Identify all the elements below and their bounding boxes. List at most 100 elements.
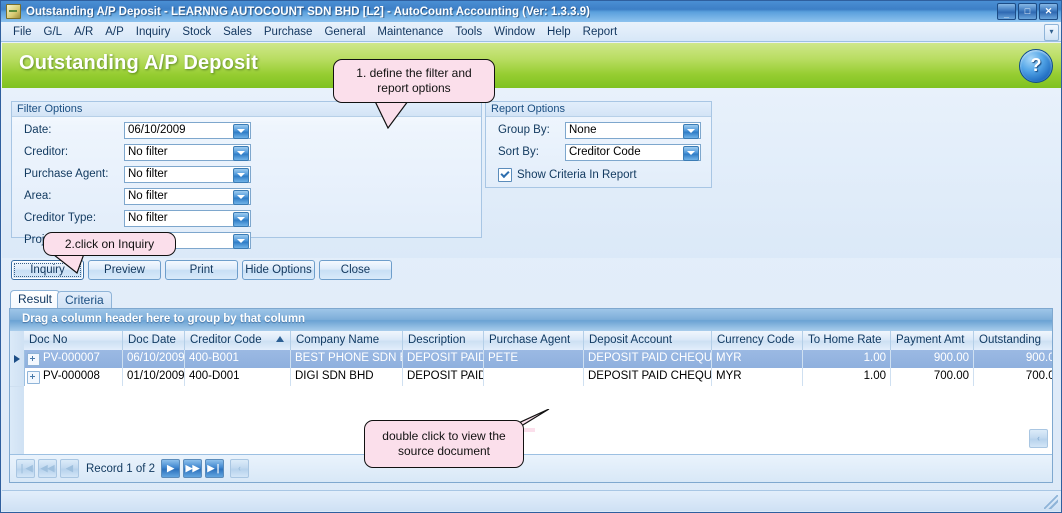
grid-scroll-right-button[interactable]: ‹ (1029, 429, 1048, 448)
chevron-down-icon[interactable] (683, 146, 699, 161)
creditor-type-value: No filter (128, 212, 168, 224)
creditor-type-input[interactable]: No filter (124, 210, 251, 227)
chevron-down-icon[interactable] (233, 168, 249, 183)
column-header-to-home-rate[interactable]: To Home Rate (803, 331, 891, 350)
row-indicator-cell (10, 350, 25, 368)
purchase-agent-input[interactable]: No filter (124, 166, 251, 183)
creditor-input[interactable]: No filter (124, 144, 251, 161)
close-options-button[interactable]: Close (319, 260, 392, 280)
show-criteria-checkbox[interactable] (498, 168, 512, 182)
field-creditor: Creditor: No filter (24, 144, 264, 162)
last-icon: ▶❘ (207, 463, 222, 473)
tab-criteria[interactable]: Criteria (57, 291, 112, 309)
table-row[interactable]: PV-000008 01/10/2009 400-D001 DIGI SDN B… (10, 368, 1052, 387)
group-by-select[interactable]: None (565, 122, 701, 139)
chevron-down-icon[interactable] (233, 124, 249, 139)
table-row[interactable]: PV-000007 06/10/2009 400-B001 BEST PHONE… (10, 350, 1052, 369)
chevron-down-icon[interactable] (233, 146, 249, 161)
expand-row-icon[interactable] (27, 371, 40, 384)
cell-deposit-account: DEPOSIT PAID CHEQUE (584, 368, 712, 386)
chevron-down-icon[interactable] (233, 212, 249, 227)
minimize-button[interactable]: _ (997, 3, 1016, 20)
cell-payment-amt: 900.00 (891, 350, 974, 368)
navigator-extra-button[interactable]: ‹ (230, 459, 250, 478)
first-icon: ❘◀ (18, 463, 33, 473)
help-button[interactable]: ? (1019, 49, 1053, 83)
prev-record-button[interactable]: ◀ (60, 459, 79, 478)
area-value: No filter (128, 190, 168, 202)
chevron-down-icon[interactable] (233, 234, 249, 249)
cell-doc-no: PV-000007 (24, 350, 123, 368)
field-area-label: Area: (24, 190, 52, 202)
current-row-arrow-icon (14, 355, 20, 363)
column-header-outstanding[interactable]: Outstanding (974, 331, 1052, 350)
menu-item-purchase[interactable]: Purchase (258, 24, 319, 40)
field-purchase-agent-label: Purchase Agent: (24, 168, 109, 180)
prev-page-button[interactable]: ◀◀ (38, 459, 57, 478)
next-page-button[interactable]: ▶▶ (183, 459, 203, 478)
sort-by-select[interactable]: Creditor Code (565, 144, 701, 161)
menu-item-ap[interactable]: A/P (99, 24, 130, 40)
group-by-panel[interactable]: Drag a column header here to group by th… (10, 309, 1052, 331)
grid-header-row: Doc No Doc Date Creditor Code Company Na… (24, 331, 1052, 351)
column-header-doc-no[interactable]: Doc No (24, 331, 123, 350)
callout-define-filter-line2: report options (377, 81, 451, 95)
menu-item-file[interactable]: File (7, 24, 38, 40)
cell-purchase-agent (484, 368, 584, 386)
close-button[interactable]: ✕ (1039, 3, 1058, 20)
column-header-currency-code[interactable]: Currency Code (712, 331, 803, 350)
menu-item-stock[interactable]: Stock (176, 24, 217, 40)
chevron-down-icon[interactable] (233, 190, 249, 205)
menu-item-inquiry[interactable]: Inquiry (130, 24, 177, 40)
date-value: 06/10/2009 (128, 124, 186, 136)
cell-doc-no: PV-000008 (24, 368, 123, 386)
menu-item-gl[interactable]: G/L (38, 24, 69, 40)
menu-item-window[interactable]: Window (488, 24, 541, 40)
callout-double-click: double click to view the source document (364, 420, 524, 468)
column-header-deposit-account[interactable]: Deposit Account (584, 331, 712, 350)
tab-result[interactable]: Result (10, 290, 61, 309)
menu-overflow-icon[interactable]: ▾ (1044, 24, 1059, 41)
print-button-label: Print (189, 264, 214, 276)
column-header-description[interactable]: Description (403, 331, 484, 350)
hide-options-button[interactable]: Hide Options (242, 260, 315, 280)
menu-item-maintenance[interactable]: Maintenance (371, 24, 449, 40)
first-record-button[interactable]: ❘◀ (16, 459, 35, 478)
maximize-button[interactable]: □ (1018, 3, 1037, 20)
column-header-purchase-agent[interactable]: Purchase Agent (484, 331, 584, 350)
callout-click-inquiry-text: 2.click on Inquiry (64, 236, 155, 251)
cell-description: DEPOSIT PAID (403, 368, 484, 386)
page-title: Outstanding A/P Deposit (19, 52, 259, 74)
close-button-label: Close (340, 264, 371, 276)
menu-item-sales[interactable]: Sales (217, 24, 258, 40)
column-header-company-name[interactable]: Company Name (291, 331, 403, 350)
resize-grip-icon[interactable] (1044, 495, 1058, 509)
menu-item-help[interactable]: Help (541, 24, 577, 40)
menu-item-tools[interactable]: Tools (449, 24, 488, 40)
cell-company-name: BEST PHONE SDN BHD (291, 350, 403, 368)
column-header-payment-amt[interactable]: Payment Amt (891, 331, 974, 350)
print-button[interactable]: Print (165, 260, 238, 280)
chevron-down-icon[interactable] (683, 124, 699, 139)
menu-item-report[interactable]: Report (577, 24, 624, 40)
record-count-label: Record 1 of 2 (86, 462, 156, 475)
field-creditor-label: Creditor: (24, 146, 69, 158)
area-input[interactable]: No filter (124, 188, 251, 205)
menu-item-general[interactable]: General (318, 24, 371, 40)
show-criteria-checkbox-row[interactable]: Show Criteria In Report (498, 168, 637, 182)
column-header-creditor-code[interactable]: Creditor Code (185, 331, 291, 350)
column-header-doc-date[interactable]: Doc Date (123, 331, 185, 350)
last-record-button[interactable]: ▶❘ (205, 459, 225, 478)
field-group-by: Group By: None (498, 122, 703, 140)
callout-define-filter-line1: 1. define the filter and (356, 66, 472, 80)
preview-button[interactable]: Preview (88, 260, 161, 280)
cell-description: DEPOSIT PAID (403, 350, 484, 368)
expand-row-icon[interactable] (27, 353, 40, 366)
menu-bar: File G/L A/R A/P Inquiry Stock Sales Pur… (1, 22, 1061, 42)
show-criteria-label: Show Criteria In Report (517, 169, 637, 181)
next-record-button[interactable]: ▶ (161, 459, 181, 478)
date-input[interactable]: 06/10/2009 (124, 122, 251, 139)
menu-item-ar[interactable]: A/R (68, 24, 99, 40)
prev-page-icon: ◀◀ (40, 463, 55, 473)
window-title: Outstanding A/P Deposit - LEARNNG AUTOCO… (26, 5, 590, 18)
